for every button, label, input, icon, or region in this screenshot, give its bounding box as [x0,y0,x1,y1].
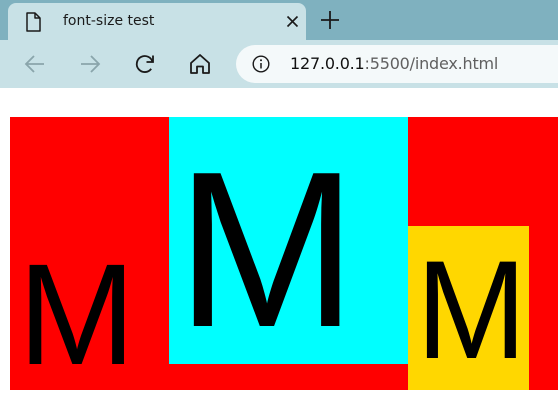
file-icon [26,12,41,32]
gold-box: M [408,226,529,390]
plus-icon[interactable] [319,9,341,31]
url-text[interactable]: 127.0.0.1:5500/index.html [290,54,498,73]
info-icon[interactable] [252,55,270,73]
cyan-box: M [169,117,408,364]
close-icon[interactable] [286,15,299,28]
arrow-left-icon[interactable] [23,52,47,76]
url-path: :5500/index.html [364,54,499,73]
letter-m-small: M [18,234,136,390]
refresh-icon[interactable] [133,52,157,76]
letter-m-large: M [176,126,358,364]
home-icon[interactable] [188,52,212,76]
page-content: M M M [0,88,558,413]
address-bar[interactable]: 127.0.0.1:5500/index.html [236,45,558,83]
tab-strip: font-size test [0,0,558,40]
browser-toolbar: 127.0.0.1:5500/index.html [0,40,558,88]
tab-title: font-size test [63,13,155,29]
letter-m-medium: M [416,231,527,388]
arrow-right-icon[interactable] [78,52,102,76]
tab-font-size-test[interactable]: font-size test [8,3,306,40]
url-host: 127.0.0.1 [290,54,365,73]
